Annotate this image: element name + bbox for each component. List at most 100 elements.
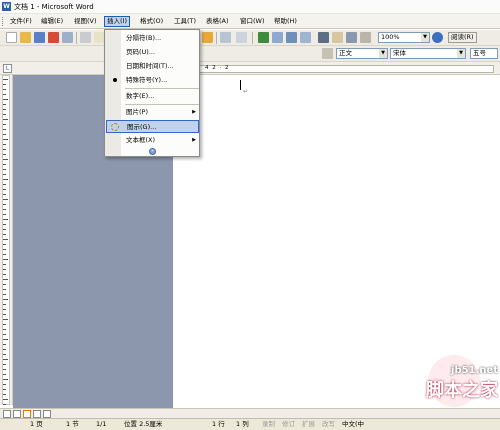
vertical-ruler-tick [3, 129, 6, 130]
font-size-value: 五号 [473, 49, 486, 57]
menu-help[interactable]: 帮助(H) [272, 16, 299, 27]
document-map-icon[interactable] [346, 32, 357, 43]
insert-table-icon[interactable] [286, 32, 297, 43]
reading-view-icon[interactable] [43, 410, 51, 418]
watermark-site: 脚本之家 [426, 380, 498, 401]
chevron-down-icon[interactable]: ▼ [421, 33, 429, 42]
styles-icon[interactable] [322, 48, 333, 59]
view-buttons-tray [0, 408, 500, 418]
insert-excel-icon[interactable] [300, 32, 311, 43]
status-column: 1 列 [236, 420, 249, 428]
menu-item-page-numbers[interactable]: 页码(U)... [106, 46, 199, 59]
vertical-ruler-tick [3, 119, 8, 120]
read-button[interactable]: 阅读(R) [448, 32, 477, 43]
vertical-ruler-tick [3, 244, 6, 245]
menu-edit[interactable]: 编辑(E) [39, 16, 65, 27]
menu-item-break[interactable]: 分隔符(B)... [106, 32, 199, 45]
status-track-changes[interactable]: 修订 [282, 419, 295, 430]
menu-file[interactable]: 文件(F) [8, 16, 34, 27]
vertical-ruler-tick [3, 179, 8, 180]
menu-item-picture[interactable]: 图片(P) ▶ [106, 106, 199, 119]
vertical-ruler-tick [3, 114, 6, 115]
chevron-down-icon[interactable]: ▼ [379, 49, 387, 58]
menu-format[interactable]: 格式(O) [138, 16, 165, 27]
vertical-ruler-tick [3, 89, 6, 90]
menu-item-special-symbols[interactable]: 特殊符号(Y)... [106, 74, 199, 87]
columns-icon[interactable] [318, 32, 329, 43]
zoom-value: 100% [381, 33, 400, 41]
word-app-icon[interactable]: W [2, 2, 11, 11]
paragraph-mark-icon: ↵ [243, 88, 249, 95]
font-value: 宋体 [393, 49, 406, 57]
vertical-ruler-tick [3, 159, 8, 160]
vertical-ruler-tick [3, 274, 6, 275]
vertical-ruler-tick [3, 284, 6, 285]
status-record[interactable]: 录制 [262, 419, 275, 430]
menu-insert[interactable]: 插入(I) [104, 16, 130, 27]
menu-window[interactable]: 窗口(W) [238, 16, 267, 27]
new-document-icon[interactable] [6, 32, 17, 43]
vertical-ruler-tick [3, 239, 8, 240]
status-page: 1 页 [30, 420, 43, 428]
tab-selector-icon[interactable]: L [3, 64, 12, 73]
title-bar: W 文档 1 - Microsoft Word [0, 0, 500, 14]
chevron-down-icon[interactable]: ▼ [457, 49, 465, 58]
menu-table[interactable]: 表格(A) [204, 16, 231, 27]
expand-menu-icon[interactable]: » [149, 148, 156, 155]
save-icon[interactable] [34, 32, 45, 43]
menu-view[interactable]: 视图(V) [72, 16, 99, 27]
vertical-ruler-tick [3, 349, 6, 350]
font-size-combo[interactable]: 五号 [470, 48, 498, 59]
style-combo[interactable]: 正文 ▼ [336, 48, 388, 59]
menu-item-date-time[interactable]: 日期和时间(T)... [106, 60, 199, 73]
print-icon[interactable] [80, 32, 91, 43]
vertical-ruler-tick [3, 339, 8, 340]
drawing-icon[interactable] [332, 32, 343, 43]
print-layout-icon[interactable] [23, 410, 31, 418]
vertical-ruler-tick [3, 259, 8, 260]
vertical-ruler-tick [3, 174, 6, 175]
vertical-ruler-tick [3, 84, 6, 85]
menubar-grip-icon[interactable] [2, 17, 4, 26]
vertical-ruler-tick [3, 229, 6, 230]
toolbar-separator [76, 32, 77, 44]
normal-view-icon[interactable] [3, 410, 11, 418]
status-overtype[interactable]: 改写 [322, 419, 335, 430]
vertical-ruler-tick [3, 309, 6, 310]
vertical-ruler-tick [3, 304, 6, 305]
permission-icon[interactable] [48, 32, 59, 43]
redo-icon[interactable] [236, 32, 247, 43]
vertical-ruler-tick [3, 359, 8, 360]
vertical-ruler-tick [3, 204, 6, 205]
format-painter-icon[interactable] [202, 32, 213, 43]
help-icon[interactable] [432, 32, 443, 43]
vertical-ruler-tick [3, 314, 6, 315]
show-hide-icon[interactable] [360, 32, 371, 43]
submenu-arrow-icon: ▶ [192, 137, 196, 143]
vertical-ruler-tick [3, 249, 6, 250]
vertical-ruler-tick [3, 269, 6, 270]
vertical-ruler-tick [3, 99, 8, 100]
menu-item-number[interactable]: 数字(E)... [106, 90, 199, 103]
menu-item-diagram[interactable]: 图示(G)... [106, 120, 199, 133]
vertical-ruler-tick [3, 149, 6, 150]
outline-view-icon[interactable] [33, 410, 41, 418]
vertical-ruler-tick [3, 214, 6, 215]
menu-item-text-box[interactable]: 文本框(X) ▶ [106, 134, 199, 147]
vertical-ruler-tick [3, 324, 6, 325]
vertical-ruler-tick [3, 94, 6, 95]
tables-borders-icon[interactable] [272, 32, 283, 43]
vertical-ruler-tick [3, 374, 6, 375]
status-extend[interactable]: 扩展 [302, 419, 315, 430]
open-folder-icon[interactable] [20, 32, 31, 43]
vertical-ruler-tick [3, 154, 6, 155]
undo-icon[interactable] [220, 32, 231, 43]
hyperlink-icon[interactable] [258, 32, 269, 43]
vertical-ruler-tick [3, 194, 6, 195]
email-icon[interactable] [62, 32, 73, 43]
style-value: 正文 [339, 49, 352, 57]
menu-tools[interactable]: 工具(T) [172, 16, 198, 27]
zoom-combo[interactable]: 100% ▼ [378, 32, 430, 43]
web-view-icon[interactable] [13, 410, 21, 418]
font-combo[interactable]: 宋体 ▼ [390, 48, 466, 59]
